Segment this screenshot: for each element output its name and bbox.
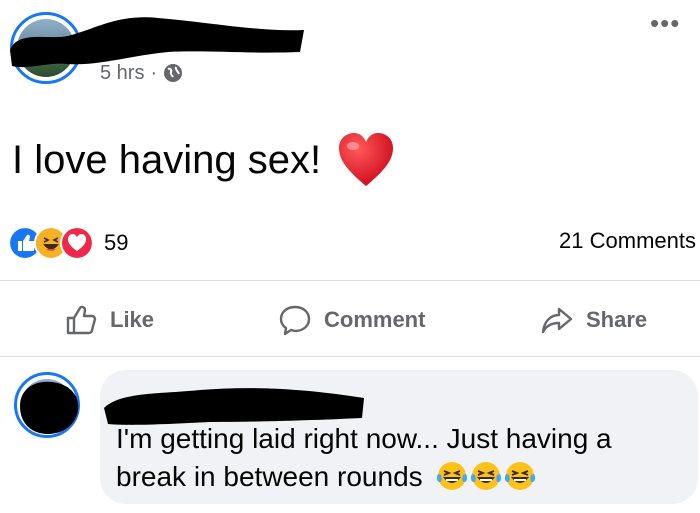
meta-separator: · <box>150 61 158 84</box>
more-options-icon[interactable]: ••• <box>650 10 690 38</box>
reactions-summary[interactable]: 59 <box>8 226 128 260</box>
comment-label: Comment <box>324 307 426 332</box>
share-label: Share <box>586 307 648 332</box>
thumbs-up-icon <box>66 305 97 335</box>
like-label: Like <box>110 307 155 332</box>
red-heart-icon <box>339 133 394 186</box>
globe-icon <box>164 64 183 82</box>
comment-text: I'm getting laid right now... Just havin… <box>116 420 686 496</box>
laughing-tears-icon <box>437 462 468 490</box>
comment-body: I'm getting laid right now... Just havin… <box>116 423 612 492</box>
post-time[interactable]: 5 hrs <box>100 62 144 85</box>
post-text: I love having sex! <box>12 137 322 182</box>
love-icon <box>60 226 94 260</box>
divider-bottom <box>0 356 700 357</box>
redacted-commenter-avatar <box>20 381 79 434</box>
comment-emojis <box>436 460 536 492</box>
reaction-count: 59 <box>104 230 129 255</box>
share-arrow-icon <box>541 307 573 334</box>
laughing-tears-icon <box>471 462 502 490</box>
comment-bubble-icon <box>279 305 311 336</box>
post-body: I love having sex! <box>12 132 395 188</box>
like-button[interactable]: Like <box>64 300 154 340</box>
post-meta: 5 hrs · <box>100 60 183 86</box>
comment-button[interactable]: Comment <box>278 300 425 340</box>
share-button[interactable]: Share <box>540 300 647 340</box>
comments-count[interactable]: 21 Comments <box>559 228 696 254</box>
laughing-tears-icon <box>505 462 536 490</box>
divider-top <box>0 280 700 281</box>
